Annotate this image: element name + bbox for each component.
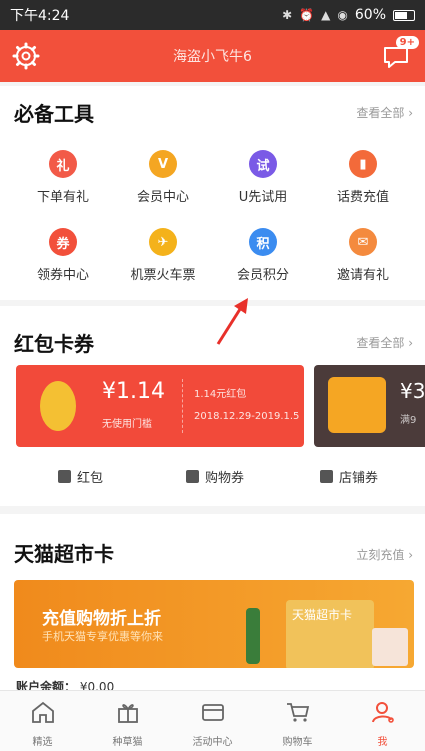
coupon-side-amount: ¥3 — [400, 379, 425, 403]
screen: 下午4:24 ✱ ⏰ ▲ ◉ 60% 海盗小飞牛6 9+ 必备工具 查看全部 ›… — [0, 0, 425, 751]
trial-icon: 试 — [249, 150, 277, 178]
recharge-now-link[interactable]: 立刻充值 › — [356, 546, 413, 563]
red-packet-icon — [58, 470, 71, 483]
coupon-box-image — [328, 377, 386, 433]
tool-label: 会员积分 — [236, 268, 289, 283]
tool-item[interactable]: ▮ 话费充值 — [313, 150, 413, 205]
tools-view-all-link[interactable]: 查看全部 › — [356, 104, 413, 121]
gift-box-icon — [117, 704, 138, 723]
tab-featured[interactable]: 精选 — [0, 691, 85, 751]
vip-icon: V — [149, 150, 177, 178]
tool-item[interactable]: V 会员中心 — [113, 150, 213, 205]
page-title: 海盗小飞牛6 — [173, 49, 252, 65]
battery-icon — [393, 9, 415, 21]
tab-red-packets[interactable]: 红包 — [58, 467, 103, 486]
tool-label: 领券中心 — [36, 268, 89, 283]
tool-item[interactable]: 券领券中心 — [13, 228, 113, 283]
tab-activity-center[interactable]: 活动中心 — [170, 691, 255, 751]
tool-label: 邀请有礼 — [336, 268, 389, 283]
tool-item[interactable]: 礼下单有礼 — [13, 150, 113, 205]
red-packet-coupon[interactable]: ¥1.14 无使用门槛 1.14元红包 2018.12.29-2019.1.5 — [16, 365, 304, 447]
tissue-image — [372, 628, 408, 666]
coupons-view-all-link[interactable]: 查看全部 › — [356, 334, 413, 351]
cart-icon — [286, 703, 309, 722]
plane-icon: ✈ — [149, 228, 177, 256]
wallet-icon — [201, 704, 224, 721]
tool-item[interactable]: ✈ 机票火车票 — [113, 228, 213, 283]
tab-store-coupons[interactable]: 店铺券 — [320, 467, 378, 486]
message-badge: 9+ — [395, 36, 419, 49]
settings-icon[interactable] — [12, 42, 40, 70]
supermarket-banner[interactable]: 充值购物折上折 手机天猫专享优惠等你来 天猫超市卡 — [14, 580, 414, 668]
tool-label: 话费充值 — [336, 190, 389, 205]
home-icon — [31, 701, 54, 723]
coupon-name: 1.14元红包 — [194, 389, 247, 400]
coupon-amount: ¥1.14 — [102, 379, 165, 404]
store-coupon-icon — [320, 470, 333, 483]
coupon-side-condition: 满9 — [400, 415, 417, 426]
red-packet-image — [40, 381, 76, 431]
tab-shopping-coupons[interactable]: 购物券 — [186, 467, 244, 486]
bottom-tab-bar: 精选 种草猫 活动中心 购物车 我 — [0, 690, 425, 751]
phone-icon: ▮ — [349, 150, 377, 178]
invite-icon: ✉ — [349, 228, 377, 256]
status-bar: 下午4:24 ✱ ⏰ ▲ ◉ 60% — [0, 0, 425, 30]
supermarket-title: 天猫超市卡 — [14, 542, 114, 566]
user-icon — [371, 702, 394, 723]
gift-icon: 礼 — [49, 150, 77, 178]
alarm-icon: ⏰ — [299, 8, 315, 22]
tools-title: 必备工具 — [14, 102, 94, 126]
coupon-divider — [182, 379, 183, 433]
coupons-title: 红包卡券 — [14, 332, 94, 356]
tool-label: 机票火车票 — [130, 268, 196, 283]
tool-label: 下单有礼 — [36, 190, 89, 205]
status-time: 下午4:24 — [10, 8, 70, 24]
bluetooth-icon: ✱ — [282, 8, 293, 22]
app-header: 海盗小飞牛6 9+ — [0, 30, 425, 82]
annotation-arrow-icon — [216, 298, 248, 345]
shopping-coupon-icon — [186, 470, 199, 483]
tool-label: 会员中心 — [136, 190, 189, 205]
coupon-icon: 券 — [49, 228, 77, 256]
points-icon: 积 — [249, 228, 277, 256]
wifi-icon: ◉ — [337, 8, 348, 22]
tool-item[interactable]: 试 U先试用 — [213, 150, 313, 205]
tab-cart[interactable]: 购物车 — [255, 691, 340, 751]
supermarket-card-image: 天猫超市卡 — [286, 600, 374, 668]
bottle-image — [246, 608, 260, 664]
status-icons: ✱ ⏰ ▲ ◉ 60% — [282, 7, 415, 23]
shopping-coupon[interactable]: ¥3 满9 — [314, 365, 425, 447]
tab-seeding[interactable]: 种草猫 — [85, 691, 170, 751]
tool-item[interactable]: 积会员积分 — [213, 228, 313, 283]
coupon-condition: 无使用门槛 — [102, 419, 152, 430]
banner-title: 充值购物折上折 — [42, 609, 161, 629]
tool-label: U先试用 — [238, 190, 288, 205]
coupon-validity: 2018.12.29-2019.1.5 — [194, 411, 300, 422]
battery-percent: 60% — [354, 7, 386, 23]
banner-subtitle: 手机天猫专享优惠等你来 — [42, 630, 163, 643]
tool-item[interactable]: ✉ 邀请有礼 — [313, 228, 413, 283]
tab-me[interactable]: 我 — [340, 691, 425, 751]
signal-icon: ▲ — [321, 8, 331, 22]
